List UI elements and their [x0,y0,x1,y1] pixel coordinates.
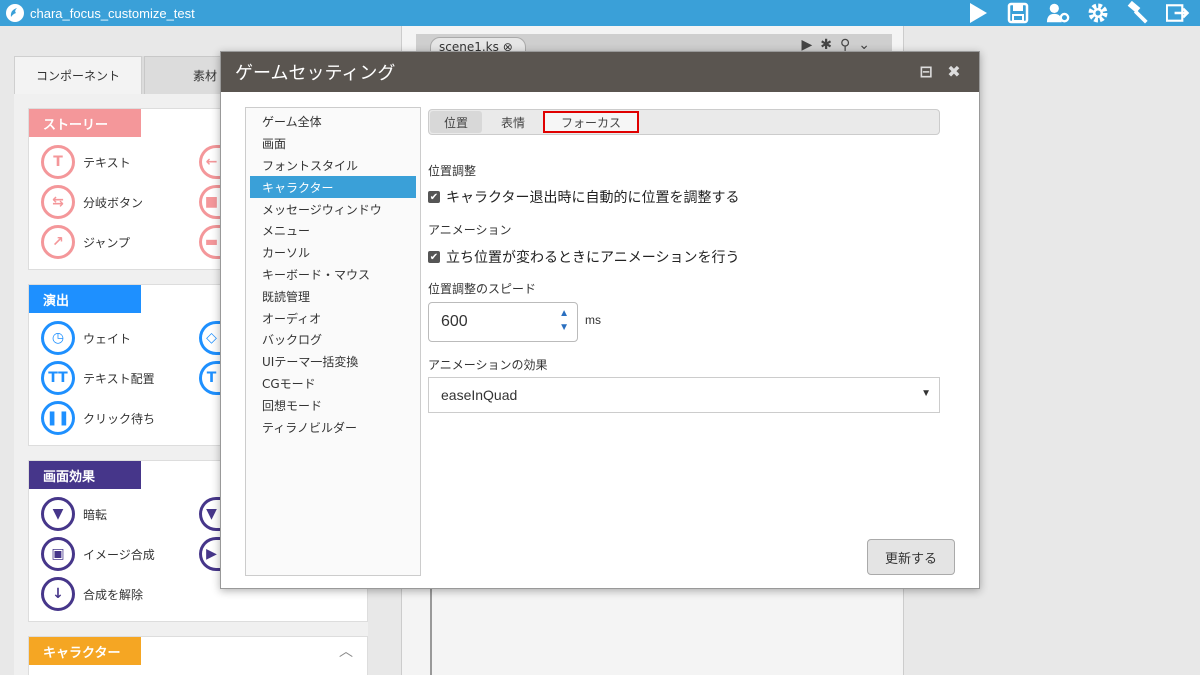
section-direction-title: 演出 [29,285,141,313]
component-click-wait[interactable]: ❚❚ クリック待ち [41,401,155,435]
character-settings: 位置 表情 フォーカス 位置調整 ✔ キャラクター退出時に自動的に位置を調整する… [428,107,940,577]
auto-adjust-checkbox[interactable]: ✔ キャラクター退出時に自動的に位置を調整する [428,187,739,207]
movie-icon: ▶ [199,537,221,571]
branch-icon: ⇆ [41,185,75,219]
menu-item-cursor[interactable]: カーソル [250,242,416,264]
menu-item-backlog[interactable]: バックログ [250,329,416,351]
section-character-title: キャラクター [29,637,141,665]
image-icon: ▣ [41,537,75,571]
component-wait[interactable]: ◷ ウェイト [41,321,131,355]
flag-icon: ■ [199,185,221,219]
menu-item-ui-theme[interactable]: UIテーマ一括変換 [250,351,416,373]
component-image-compose[interactable]: ▣ イメージ合成 [41,537,155,571]
component-label: テキスト配置 [83,371,155,386]
character-subtabs: 位置 表情 フォーカス [428,109,940,135]
dialog-header: ゲームセッティング ⊟ ✖ [221,52,979,92]
component-label: 合成を解除 [83,587,144,602]
section-character: キャラクター ︿ [28,636,368,675]
effect-value: easeInQuad [441,387,518,403]
component-jump[interactable]: ↗ ジャンプ [41,225,130,259]
shield-icon: ▼ [41,497,75,531]
section-story-title: ストーリー [29,109,141,137]
tab-position[interactable]: 位置 [430,111,482,133]
editor-gutter-line [430,586,432,675]
tab-components[interactable]: コンポーネント [14,56,142,94]
component-label: 分岐ボタン [83,195,144,210]
animation-checkbox[interactable]: ✔ 立ち位置が変わるときにアニメーションを行う [428,247,739,267]
back-icon: ← [199,145,221,179]
app-title: chara_focus_customize_test [30,5,195,21]
toolbar [966,0,1190,26]
component-label: ジャンプ [83,235,131,250]
animation-label: アニメーション [428,223,512,237]
text-layout-icon: TT [41,361,75,395]
effect-select[interactable]: easeInQuad ▼ [428,377,940,413]
component-label: 暗転 [83,507,108,522]
release-icon: ↓ [41,577,75,611]
section-screen-effects-title: 画面効果 [29,461,141,489]
animation-checkbox-label: 立ち位置が変わるときにアニメーションを行う [446,250,740,266]
dialog-title: ゲームセッティング [235,63,396,84]
menu-item-font-style[interactable]: フォントスタイル [250,155,416,177]
speed-stepper[interactable]: ▲ ▼ [559,307,569,335]
menu-item-menu[interactable]: メニュー [250,220,416,242]
menu-item-message-window[interactable]: メッセージウィンドウ [250,198,416,220]
menu-item-character[interactable]: キャラクター [250,176,416,199]
component-fade-out[interactable]: ▼ 暗転 [41,497,107,531]
shield-icon: ▼ [199,497,221,531]
component-text[interactable]: T テキスト [41,145,131,179]
menu-item-tyrano-builder[interactable]: ティラノビルダー [250,416,416,438]
speed-label: 位置調整のスピード [428,282,537,296]
component-label: クリック待ち [83,411,156,426]
update-button[interactable]: 更新する [867,539,955,575]
speed-input[interactable]: 600 ▲ ▼ [428,302,578,342]
menu-item-recollection-mode[interactable]: 回想モード [250,394,416,416]
text-icon: T [41,145,75,179]
checkbox-checked-icon[interactable]: ✔ [428,191,440,203]
position-adjust-label: 位置調整 [428,164,477,178]
speed-value: 600 [441,313,468,330]
component-branch-button[interactable]: ⇆ 分岐ボタン [41,185,143,219]
game-settings-dialog: ゲームセッティング ⊟ ✖ ゲーム全体 画面 フォントスタイル キャラクター メ… [220,51,980,589]
effect-label: アニメーションの効果 [428,358,548,372]
component-label: イメージ合成 [83,547,155,562]
checkbox-checked-icon[interactable]: ✔ [428,251,440,263]
menu-item-read-management[interactable]: 既読管理 [250,285,416,307]
eraser-icon: ◇ [199,321,221,355]
build-tool-icon[interactable] [1126,1,1150,25]
save-icon[interactable] [1006,1,1030,25]
app-logo-icon [6,4,24,22]
tab-expression[interactable]: 表情 [485,111,541,133]
pause-icon: ❚❚ [41,401,75,435]
play-icon[interactable] [966,1,990,25]
menu-item-audio[interactable]: オーディオ [250,307,416,329]
user-settings-icon[interactable] [1046,1,1070,25]
component-release-compose[interactable]: ↓ 合成を解除 [41,577,143,611]
component-text-layout[interactable]: TT テキスト配置 [41,361,155,395]
window-icon: ▬ [199,225,221,259]
auto-adjust-checkbox-label: キャラクター退出時に自動的に位置を調整する [446,190,740,206]
menu-item-game-overall[interactable]: ゲーム全体 [250,111,416,133]
stepper-up-icon[interactable]: ▲ [559,307,569,321]
export-icon[interactable] [1166,1,1190,25]
menu-item-cg-mode[interactable]: CGモード [250,373,416,395]
settings-menu: ゲーム全体 画面 フォントスタイル キャラクター メッセージウィンドウ メニュー… [245,107,421,576]
menu-item-screen[interactable]: 画面 [250,133,416,155]
tab-focus[interactable]: フォーカス [543,111,639,133]
stepper-down-icon[interactable]: ▼ [559,321,569,335]
minimize-icon[interactable]: ⊟ [917,62,935,81]
jump-icon: ↗ [41,225,75,259]
text-layout-icon: T [199,361,221,395]
clock-icon: ◷ [41,321,75,355]
speed-unit: ms [585,313,601,327]
dropdown-arrow-icon[interactable]: ▼ [921,388,931,399]
chevron-up-icon[interactable]: ︿ [339,641,353,661]
title-bar: chara_focus_customize_test [0,0,1200,26]
menu-item-keyboard-mouse[interactable]: キーボード・マウス [250,264,416,286]
component-label: ウェイト [83,331,132,346]
gear-icon[interactable] [1086,1,1110,25]
close-icon[interactable]: ✖ [945,62,963,81]
component-label: テキスト [83,155,131,170]
